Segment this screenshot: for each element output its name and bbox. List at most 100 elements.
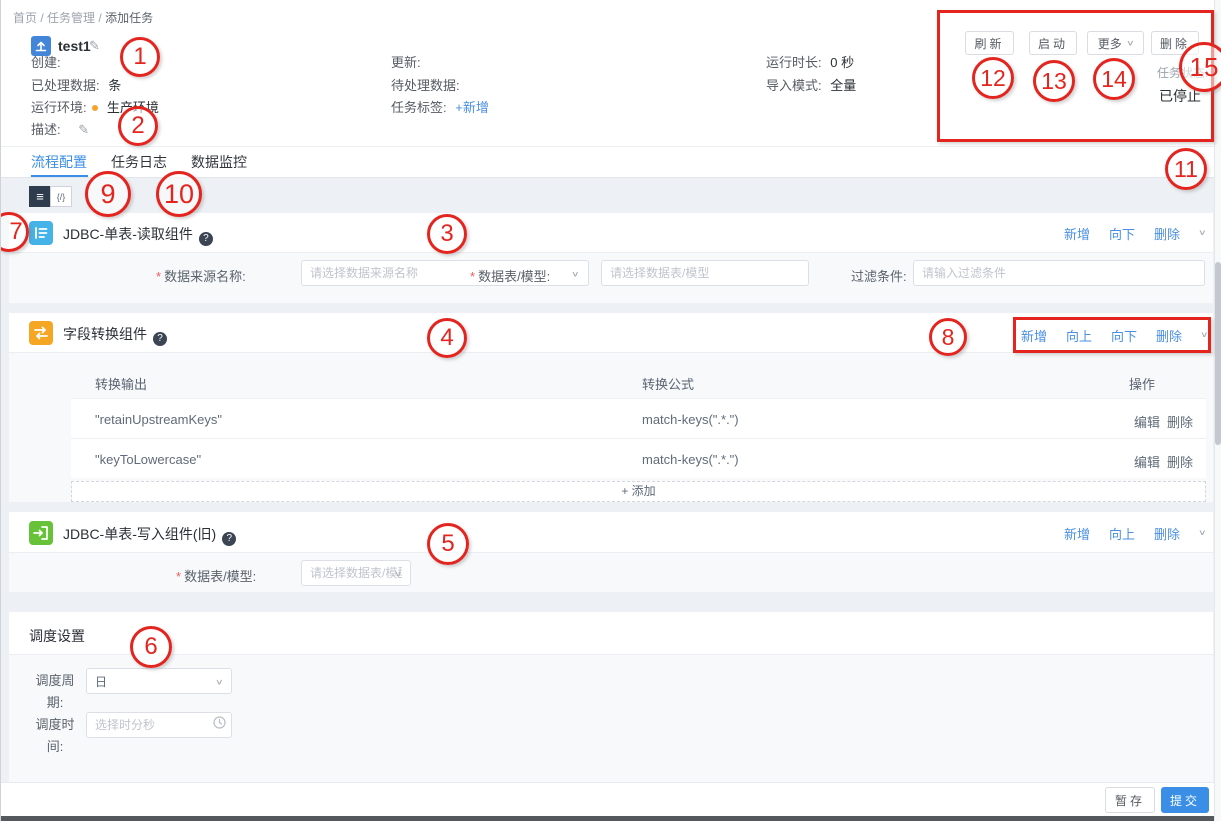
tags-label: 任务标签: (391, 100, 447, 115)
row-formula: match-keys(".*.") (642, 412, 739, 427)
runtime-label: 运行时长: (766, 55, 822, 70)
data-table-label-text: 数据表/模型: (478, 269, 550, 284)
breadcrumb-item-task-management[interactable]: 任务管理 (47, 11, 95, 25)
schedule-card-header (9, 612, 1213, 655)
scrollbar-thumb[interactable] (1215, 262, 1221, 445)
filter-label: 过滤条件: (851, 266, 907, 285)
add-transform-row-button[interactable]: + 添加 (71, 481, 1206, 502)
row-edit-link[interactable]: 编辑 (1134, 452, 1160, 471)
row-delete-link[interactable]: 删除 (1167, 452, 1193, 471)
reader-component-card: JDBC-单表-读取组件? 新增 向下 删除 ∨ *数据来源名称: ∨ *数据表… (9, 213, 1213, 303)
reader-component-icon (29, 221, 53, 245)
data-source-label-text: 数据来源名称: (164, 269, 246, 284)
breadcrumb-item-current: 添加任务 (105, 11, 153, 25)
transform-component-icon (29, 321, 53, 345)
reader-delete-link[interactable]: 删除 (1154, 224, 1180, 243)
annotation-box-transform-actions (1013, 317, 1211, 353)
writer-actions: 新增 向上 删除 ∨ (1064, 524, 1206, 543)
chevron-down-icon: ∨ (571, 270, 580, 280)
annotation-circle-14: 14 (1093, 58, 1135, 100)
add-tag-link[interactable]: +新增 (455, 100, 489, 115)
writer-move-up-link[interactable]: 向上 (1109, 524, 1135, 543)
save-draft-button[interactable]: 暂存 (1105, 787, 1155, 813)
help-icon[interactable]: ? (199, 232, 213, 246)
schedule-time-input[interactable] (86, 712, 232, 738)
chevron-down-icon: ∨ (394, 570, 403, 580)
created-label: 创建: (31, 55, 61, 70)
annotation-circle-3: 3 (427, 214, 467, 254)
runtime-row: 运行时长: 0 秒 (766, 52, 854, 71)
list-view-toggle-button[interactable]: ≡ (29, 186, 51, 207)
tab-flow-config[interactable]: 流程配置 (31, 152, 87, 172)
schedule-time-label: 调度时间: (29, 714, 81, 758)
reader-title-text: JDBC-单表-读取组件 (63, 226, 193, 242)
edit-description-icon[interactable]: ✎ (78, 122, 89, 137)
schedule-title: 调度设置 (29, 626, 85, 646)
runtime-value: 0 秒 (830, 55, 854, 70)
code-view-icon: {/} (57, 192, 66, 202)
transform-title-text: 字段转换组件 (63, 326, 147, 342)
help-icon[interactable]: ? (153, 332, 167, 346)
annotation-circle-10: 10 (156, 171, 202, 217)
annotation-circle-5: 5 (427, 523, 469, 565)
description-row: 描述: ✎ (31, 119, 89, 138)
annotation-circle-9: 9 (85, 171, 131, 217)
writer-component-icon (29, 521, 53, 545)
processed-value: 条 (108, 78, 121, 93)
annotation-circle-4: 4 (427, 318, 467, 358)
annotation-circle-6: 6 (130, 626, 172, 668)
writer-delete-link[interactable]: 删除 (1154, 524, 1180, 543)
schedule-period-select[interactable] (86, 668, 232, 694)
breadcrumb: 首页 / 任务管理 / 添加任务 (13, 9, 153, 26)
created-row: 创建: (31, 52, 61, 71)
row-delete-link[interactable]: 删除 (1167, 412, 1193, 431)
edit-task-name-icon[interactable]: ✎ (89, 38, 100, 54)
annotation-circle-2: 2 (118, 106, 158, 146)
annotation-circle-8: 8 (929, 318, 967, 356)
schedule-period-label: 调度周期: (29, 670, 81, 714)
row-formula: match-keys(".*.") (642, 452, 739, 467)
reader-move-down-link[interactable]: 向下 (1109, 224, 1135, 243)
annotation-circle-12: 12 (972, 57, 1014, 99)
row-output: "keyToLowercase" (95, 452, 201, 467)
processed-row: 已处理数据: 条 (31, 75, 121, 94)
pending-label: 待处理数据: (391, 78, 460, 93)
table-row: "keyToLowercase" match-keys(".*.") 编辑 删除 (71, 438, 1206, 478)
window-bottom-edge (1, 816, 1221, 821)
filter-input[interactable] (913, 260, 1205, 286)
writer-title-text: JDBC-单表-写入组件(旧) (63, 526, 216, 542)
annotation-circle-15: 15 (1179, 42, 1221, 92)
row-edit-link[interactable]: 编辑 (1134, 412, 1160, 431)
data-table-label: *数据表/模型: (470, 266, 550, 285)
column-header-output: 转换输出 (95, 374, 147, 393)
code-view-toggle-button[interactable]: {/} (50, 186, 72, 207)
processed-label: 已处理数据: (31, 78, 100, 93)
help-icon[interactable]: ? (222, 532, 236, 546)
updated-label: 更新: (391, 55, 421, 70)
environment-dot-icon (92, 105, 98, 111)
collapse-chevron-icon[interactable]: ∨ (1198, 528, 1207, 542)
tags-row: 任务标签: +新增 (391, 97, 489, 116)
reader-add-link[interactable]: 新增 (1064, 224, 1090, 243)
chevron-down-icon: ∨ (215, 678, 224, 688)
writer-add-link[interactable]: 新增 (1064, 524, 1090, 543)
writer-component-card: JDBC-单表-写入组件(旧)? 新增 向上 删除 ∨ *数据表/模型: ∨ (9, 512, 1213, 592)
page: 首页 / 任务管理 / 添加任务 test1 ✎ 创建: 已处理数据: 条 运行… (0, 0, 1221, 821)
column-header-formula: 转换公式 (642, 374, 694, 393)
reader-actions: 新增 向下 删除 ∨ (1064, 224, 1206, 243)
breadcrumb-item-home[interactable]: 首页 (13, 11, 37, 25)
annotation-circle-1: 1 (120, 37, 160, 77)
writer-table-label-text: 数据表/模型: (184, 569, 256, 584)
submit-button[interactable]: 提交 (1161, 787, 1209, 813)
data-table-input[interactable] (601, 260, 809, 286)
environment-label: 运行环境: (31, 100, 87, 115)
tab-task-logs[interactable]: 任务日志 (111, 152, 167, 172)
reader-component-title: JDBC-单表-读取组件? (63, 224, 213, 246)
writer-table-label: *数据表/模型: (176, 566, 256, 585)
annotation-circle-13: 13 (1033, 60, 1075, 102)
import-mode-label: 导入模式: (766, 78, 822, 93)
collapse-chevron-icon[interactable]: ∨ (1198, 228, 1207, 242)
data-source-label: *数据来源名称: (156, 266, 246, 285)
breadcrumb-separator: / (98, 11, 101, 25)
tab-data-monitor[interactable]: 数据监控 (191, 152, 247, 172)
